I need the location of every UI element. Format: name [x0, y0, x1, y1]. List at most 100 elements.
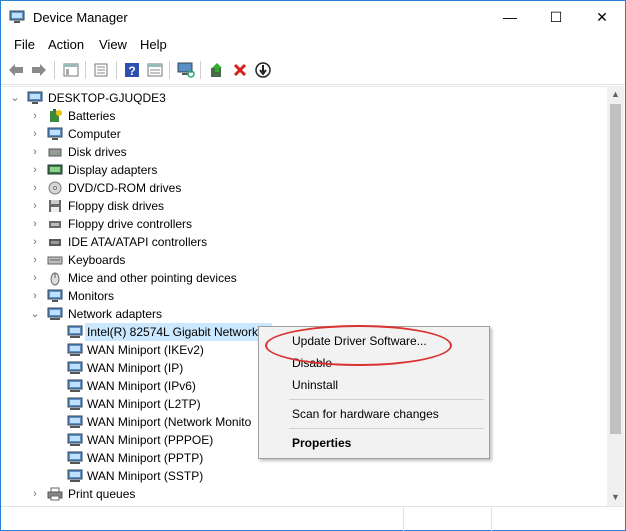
dvd-icon [48, 181, 62, 195]
toolbar-separator [116, 61, 117, 79]
status-cell [491, 507, 625, 531]
disable-icon[interactable] [252, 59, 274, 81]
uninstall-icon[interactable] [229, 59, 251, 81]
device-manager-app-icon [9, 10, 25, 23]
expand-chevron-icon[interactable]: › [29, 233, 41, 251]
network-adapter-icon [67, 343, 83, 356]
menu-item-label: Scan for hardware changes [292, 407, 439, 421]
help-icon[interactable]: ? [121, 59, 143, 81]
svg-text:?: ? [128, 64, 135, 78]
status-cell [403, 507, 492, 531]
category-label: Floppy disk drives [68, 199, 165, 213]
scroll-down-icon[interactable]: ▼ [607, 489, 624, 506]
expand-chevron-icon[interactable]: › [29, 269, 41, 287]
vertical-scrollbar[interactable]: ▲ ▼ [607, 86, 624, 506]
toolbar-separator [54, 61, 55, 79]
expand-chevron-icon[interactable]: › [29, 125, 41, 143]
toolbar-separator [169, 61, 170, 79]
scrollbar-thumb[interactable] [610, 104, 621, 434]
category-label: Keyboards [68, 253, 126, 267]
floppy-controller-icon [49, 221, 61, 228]
category-label: DVD/CD-ROM drives [68, 181, 182, 195]
collapse-chevron-icon[interactable]: ⌄ [9, 89, 21, 107]
expand-chevron-icon[interactable]: › [29, 161, 41, 179]
view-icon[interactable] [144, 59, 166, 81]
mouse-icon [50, 272, 60, 286]
collapse-chevron-icon[interactable]: ⌄ [29, 305, 41, 323]
properties-menu-item[interactable]: Properties [259, 432, 489, 454]
minimize-button[interactable]: — [487, 1, 533, 34]
keyboard-icon [47, 256, 63, 265]
expand-chevron-icon[interactable]: › [29, 179, 41, 197]
properties-icon[interactable] [90, 59, 112, 81]
close-button[interactable]: ✕ [579, 1, 625, 34]
category-label: Disk drives [68, 145, 127, 159]
category-label: Network adapters [68, 307, 163, 321]
network-adapter-icon [67, 433, 83, 446]
network-adapter-label: WAN Miniport (L2TP) [87, 397, 201, 411]
network-adapter-label: WAN Miniport (IP) [87, 361, 184, 375]
menu-help[interactable]: Help [138, 37, 169, 52]
expand-chevron-icon[interactable]: › [29, 197, 41, 215]
scan-hardware-changes-menu-item[interactable]: Scan for hardware changes [259, 403, 489, 425]
expand-chevron-icon[interactable]: › [29, 215, 41, 233]
category-label: Display adapters [68, 163, 158, 177]
menu-view[interactable]: View [97, 37, 129, 52]
network-adapter-label: Intel(R) 82574L Gigabit Network C [85, 323, 272, 341]
expand-chevron-icon[interactable]: › [29, 107, 41, 125]
network-adapter-icon [67, 325, 83, 338]
back-arrow-icon[interactable] [5, 59, 27, 81]
disk-drive-icon [48, 148, 62, 157]
menu-action[interactable]: Action [46, 37, 86, 52]
printer-icon [47, 487, 63, 501]
category-label: Batteries [68, 109, 116, 123]
toolbar-separator [85, 61, 86, 79]
category-label: Computer [68, 127, 121, 141]
monitor-icon [47, 289, 63, 302]
forward-arrow-icon[interactable] [28, 59, 50, 81]
red-highlight-ellipse [265, 325, 452, 366]
expand-chevron-icon[interactable]: › [29, 251, 41, 269]
network-adapter-icon [67, 415, 83, 428]
battery-icon [50, 109, 62, 122]
expand-chevron-icon[interactable]: › [29, 143, 41, 161]
network-adapter-label: WAN Miniport (SSTP) [87, 469, 204, 483]
ide-controller-icon [49, 239, 61, 246]
toolbar-separator [200, 61, 201, 79]
network-adapter-icon [67, 361, 83, 374]
category-label: Mice and other pointing devices [68, 271, 237, 285]
window-title: Device Manager [33, 10, 128, 25]
computer-icon [47, 127, 63, 140]
expand-chevron-icon[interactable]: › [29, 287, 41, 305]
menu-item-label: Properties [292, 436, 352, 450]
scan-hardware-icon[interactable] [175, 59, 197, 81]
network-adapter-icon [67, 397, 83, 410]
show-hide-console-tree-icon[interactable] [60, 59, 82, 81]
network-adapter-label: WAN Miniport (IPv6) [87, 379, 196, 393]
status-bar [1, 506, 625, 531]
network-adapter-label: WAN Miniport (IKEv2) [87, 343, 204, 357]
menu-item-label: Uninstall [292, 378, 339, 392]
menu-file[interactable]: File [12, 37, 37, 52]
menu-bar: File Action View Help [1, 34, 625, 56]
network-adapter-label: WAN Miniport (PPPOE) [87, 433, 214, 447]
network-adapter-icon [67, 379, 83, 392]
computer-root-icon [27, 91, 43, 104]
expand-chevron-icon[interactable]: › [29, 485, 41, 503]
uninstall-menu-item[interactable]: Uninstall [259, 374, 489, 396]
root-label: DESKTOP-GJUQDE3 [48, 91, 166, 105]
maximize-button[interactable]: ☐ [533, 1, 579, 34]
category-label: Print queues [68, 487, 136, 501]
category-label: IDE ATA/ATAPI controllers [68, 235, 208, 249]
menu-separator [289, 428, 484, 429]
network-adapter-icon [67, 469, 83, 482]
toolbar: ? [1, 56, 625, 85]
display-adapter-icon [47, 164, 63, 175]
category-label: Monitors [68, 289, 115, 303]
update-driver-icon[interactable] [206, 59, 228, 81]
network-adapter-icon [47, 307, 63, 320]
network-adapter-icon [67, 451, 83, 464]
network-adapter-label: WAN Miniport (PPTP) [87, 451, 204, 465]
scroll-up-icon[interactable]: ▲ [607, 86, 624, 103]
category-label: Floppy drive controllers [68, 217, 193, 231]
